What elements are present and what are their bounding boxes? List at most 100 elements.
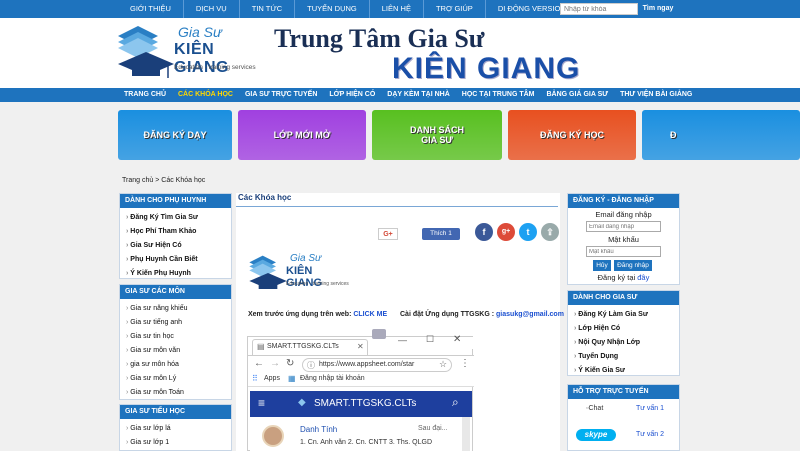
close-icon[interactable]: ✕ <box>453 334 461 345</box>
cancel-button[interactable]: Hủy <box>593 260 611 271</box>
list-item[interactable]: › Đăng Ký Tìm Gia Sư <box>126 211 231 225</box>
list-item[interactable]: › Gia sư môn Toán <box>126 386 231 400</box>
click-me-link[interactable]: CLICK ME <box>353 311 387 318</box>
bookmark-label[interactable]: Đăng nhập tài khoản <box>300 375 365 382</box>
email-field[interactable] <box>586 221 661 232</box>
top-menu-item[interactable]: GIỚI THIỆU <box>118 0 184 18</box>
app-title: SMART.TTGSKG.CLTs <box>314 398 417 409</box>
maximize-icon[interactable]: ☐ <box>426 334 434 345</box>
list-item[interactable]: › Gia Sư Hiện Có <box>126 239 231 253</box>
browser-tab[interactable]: ▤ SMART.TTGSKG.CLTs ✕ <box>252 339 368 355</box>
support-panel: HỖ TRỢ TRỰC TUYẾN ▫Chat Tư vấn 1 skype T… <box>567 384 680 451</box>
email-link[interactable]: giasukg@gmail.com <box>496 311 564 318</box>
register-text: Đăng ký tại <box>597 273 638 282</box>
apps-icon[interactable]: ⠿ <box>252 374 258 383</box>
register-link[interactable]: đây <box>637 273 649 282</box>
nav-item[interactable]: HỌC TẠI TRUNG TÂM <box>456 88 541 102</box>
facebook-icon[interactable]: f <box>475 223 493 241</box>
nav-item[interactable]: THƯ VIỆN BÀI GIẢNG <box>614 88 698 102</box>
tab-close-icon[interactable]: ✕ <box>357 342 364 351</box>
top-bar: GIỚI THIỆU DỊCH VỤ TIN TỨC TUYỂN DỤNG LI… <box>0 0 800 18</box>
list-item[interactable]: › Lớp Hiện Có <box>574 322 679 336</box>
forward-icon[interactable]: → <box>270 358 280 369</box>
register-line: Đăng ký tại đây <box>568 273 679 282</box>
list-item[interactable]: › Gia sư lớp 1 <box>126 436 231 450</box>
banner-tutor-list[interactable]: DANH SÁCH GIA SƯ <box>372 110 502 160</box>
banner-register-study[interactable]: ĐĂNG KÝ HỌC <box>508 110 636 160</box>
list-item[interactable]: › Gia sư lớp lá <box>126 422 231 436</box>
banner-more[interactable]: Đ <box>642 110 800 160</box>
advisor-1-link[interactable]: Tư vấn 1 <box>636 405 664 412</box>
list-item-label: Gia sư lớp 1 <box>130 439 170 446</box>
list-item-label: Đăng Ký Tìm Gia Sư <box>130 214 198 221</box>
login-button[interactable]: Đăng nhập <box>614 260 652 271</box>
list-item[interactable]: › Gia sư năng khiếu <box>126 302 231 316</box>
address-row: ← → ↻ ⓘ https://www.appsheet.com/star ☆ … <box>248 355 474 373</box>
email-label: Email đăng nhập <box>595 210 652 219</box>
back-icon[interactable]: ← <box>254 358 264 369</box>
item-time: Sau đại... <box>418 425 448 432</box>
list-item-label: Gia sư lớp lá <box>130 425 171 432</box>
site-title: Trung Tâm Gia Sư <box>274 24 485 53</box>
breadcrumb-home[interactable]: Trang chủ <box>122 177 153 184</box>
list-item-label: Đăng Ký Làm Gia Sư <box>578 311 648 318</box>
banner-new-classes[interactable]: LỚP MỚI MỞ <box>238 110 366 160</box>
top-menu-item[interactable]: DỊCH VỤ <box>184 0 240 18</box>
banner-register-teach[interactable]: ĐĂNG KÝ DẠY <box>118 110 232 160</box>
list-item-label: Gia Sư Hiện Có <box>130 242 182 249</box>
twitter-icon[interactable]: t <box>519 223 537 241</box>
search-icon[interactable]: ⌕ <box>452 395 459 410</box>
list-item[interactable]: › Phụ Huynh Cần Biết <box>126 253 231 267</box>
list-item-label: Tuyển Dụng <box>578 353 619 360</box>
list-item[interactable]: › Gia sư môn văn <box>126 344 231 358</box>
nav-item[interactable]: DẠY KÈM TẠI NHÀ <box>381 88 455 102</box>
list-item[interactable]: › Đăng Ký Làm Gia Sư <box>574 308 679 322</box>
list-item[interactable]: › Gia sư môn Lý <box>126 372 231 386</box>
top-menu-item[interactable]: TIN TỨC <box>240 0 296 18</box>
minimize-icon[interactable]: — <box>398 335 407 345</box>
like-button[interactable]: Thích 1 <box>422 228 460 240</box>
list-item-label: Nội Quy Nhận Lớp <box>578 339 641 346</box>
nav-item[interactable]: BẢNG GIÁ GIA SƯ <box>541 88 615 102</box>
info-icon: ⓘ <box>307 361 315 370</box>
hamburger-icon[interactable]: ≡ <box>258 396 265 410</box>
app-preview-text: Xem trước ứng dụng trên web: <box>248 311 354 318</box>
nav-item[interactable]: TRANG CHỦ <box>118 88 172 102</box>
search-input[interactable] <box>560 3 638 15</box>
parents-panel: DÀNH CHO PHỤ HUYNH › Đăng Ký Tìm Gia Sư ›… <box>119 193 232 279</box>
nav-item[interactable]: LỚP HIỆN CÓ <box>323 88 381 102</box>
google-plus-icon[interactable]: g+ <box>497 223 515 241</box>
top-menu-item[interactable]: LIÊN HỆ <box>370 0 424 18</box>
list-item[interactable]: › Gia sư tiếng anh <box>126 316 231 330</box>
nav-item[interactable]: GIA SƯ TRỰC TUYẾN <box>239 88 323 102</box>
panel-title: HỖ TRỢ TRỰC TUYẾN <box>568 385 679 399</box>
list-item[interactable]: › Ý Kiến Phụ Huynh <box>126 267 231 281</box>
list-item[interactable]: › gia sư môn hóa <box>126 358 231 372</box>
password-field[interactable] <box>586 246 661 257</box>
reload-icon[interactable]: ↻ <box>286 358 294 369</box>
chat-icon[interactable]: ▫Chat <box>586 405 603 412</box>
nav-item[interactable]: CÁC KHÓA HỌC <box>172 88 239 102</box>
list-item[interactable]: › Học Phí Tham Khảo <box>126 225 231 239</box>
list-item-label: Phụ Huynh Cần Biết <box>130 256 198 263</box>
share-icon[interactable]: ⇪ <box>541 223 559 241</box>
list-item[interactable]: › Tuyển Dụng <box>574 350 679 364</box>
apps-label[interactable]: Apps <box>264 375 280 382</box>
list-item[interactable]: › Ý Kiến Gia Sư <box>574 364 679 378</box>
subjects-panel: GIA SƯ CÁC MÔN › Gia sư năng khiếu › Gia … <box>119 284 232 400</box>
menu-dots-icon[interactable]: ⋮ <box>460 358 470 369</box>
list-item[interactable]: Danh Tính Sau đại... 1. Cn. Anh văn 2. C… <box>250 417 472 451</box>
list-item-label: Gia sư tiếng anh <box>130 319 183 326</box>
search-button[interactable]: Tìm ngay <box>638 3 678 15</box>
list-item[interactable]: › Nội Quy Nhận Lớp <box>574 336 679 350</box>
advisor-2-link[interactable]: Tư vấn 2 <box>636 431 664 438</box>
url-bar[interactable]: ⓘ https://www.appsheet.com/star ☆ <box>302 358 452 372</box>
list-item[interactable]: › Gia sư tin học <box>126 330 231 344</box>
top-menu-item[interactable]: TUYỂN DỤNG <box>295 0 370 18</box>
site-logo[interactable]: Gia Sư KIÊN GIANG Education - training s… <box>118 22 258 84</box>
star-icon[interactable]: ☆ <box>439 359 447 370</box>
scrollbar[interactable] <box>462 417 470 451</box>
gplus-button[interactable]: G+ <box>378 228 398 240</box>
skype-icon[interactable]: skype <box>576 429 616 441</box>
top-menu-item[interactable]: TRỢ GIÚP <box>424 0 486 18</box>
